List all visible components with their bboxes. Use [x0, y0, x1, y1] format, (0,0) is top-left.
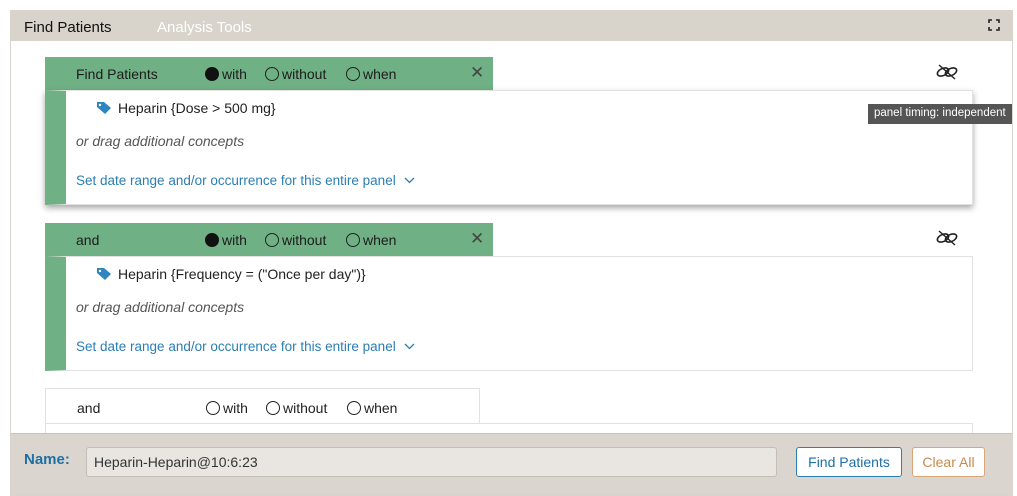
radio-selected-icon: [205, 233, 219, 247]
date-range-link-label: Set date range and/or occurrence for thi…: [76, 339, 396, 354]
date-range-link-label: Set date range and/or occurrence for thi…: [76, 173, 396, 188]
radio-empty-icon: [265, 67, 279, 81]
concept-label: Heparin {Dose > 500 mg}: [118, 100, 276, 116]
radio-without-label: without: [282, 232, 327, 248]
query-name-input[interactable]: [86, 447, 777, 477]
concept-item[interactable]: Heparin {Frequency = ("Once per day")}: [96, 266, 366, 282]
tab-analysis-tools[interactable]: Analysis Tools: [157, 19, 252, 36]
radio-without-label: without: [282, 66, 327, 82]
unlink-icon[interactable]: [935, 229, 959, 247]
panel-header: Find Patients with without when ✕: [45, 57, 493, 90]
name-label: Name:: [24, 451, 70, 468]
close-icon[interactable]: ✕: [470, 229, 484, 249]
radio-without-label: without: [283, 400, 328, 416]
radio-selected-icon: [205, 67, 219, 81]
radio-when[interactable]: when: [347, 400, 397, 416]
radio-empty-icon: [346, 233, 360, 247]
radio-without[interactable]: without: [265, 66, 326, 82]
radio-with-label: with: [222, 66, 247, 82]
top-tab-bar: Find Patients Analysis Tools: [11, 11, 1012, 41]
unlink-icon[interactable]: [935, 63, 959, 81]
concept-label: Heparin {Frequency = ("Once per day")}: [118, 266, 366, 282]
panel-header: and with without when ✕: [45, 223, 493, 256]
query-footer: Name: Find Patients Clear All: [11, 433, 1012, 495]
panel-label: Find Patients: [76, 66, 158, 82]
radio-with[interactable]: with: [205, 232, 247, 248]
panel-label: and: [77, 400, 101, 416]
radio-when-label: when: [364, 400, 398, 416]
radio-with[interactable]: with: [206, 400, 248, 416]
query-tool-window: Find Patients Analysis Tools Find Patien…: [10, 10, 1013, 496]
radio-without[interactable]: without: [265, 232, 326, 248]
query-panel-3-header: and with without when: [45, 388, 480, 424]
clear-all-button[interactable]: Clear All: [912, 447, 985, 477]
radio-when-label: when: [363, 66, 397, 82]
query-workspace: Find Patients with without when ✕ Hepari…: [11, 41, 1012, 433]
panel-body[interactable]: Heparin {Dose > 500 mg} or drag addition…: [45, 90, 973, 205]
tab-find-patients[interactable]: Find Patients: [24, 19, 112, 36]
drag-hint: or drag additional concepts: [76, 133, 245, 149]
chevron-down-icon: [404, 177, 415, 184]
panel-label: and: [76, 232, 100, 248]
panel-body[interactable]: Heparin {Frequency = ("Once per day")} o…: [45, 256, 973, 371]
chevron-down-icon: [404, 343, 415, 350]
radio-when[interactable]: when: [346, 66, 396, 82]
radio-with-label: with: [223, 400, 248, 416]
date-range-link[interactable]: Set date range and/or occurrence for thi…: [76, 173, 415, 188]
radio-empty-icon: [206, 401, 220, 415]
expand-icon[interactable]: [988, 19, 1000, 31]
query-panel-3-body[interactable]: [45, 423, 973, 433]
date-range-link[interactable]: Set date range and/or occurrence for thi…: [76, 339, 415, 354]
tag-icon: [97, 102, 111, 114]
radio-when-label: when: [363, 232, 397, 248]
close-icon[interactable]: ✕: [470, 63, 484, 83]
radio-when[interactable]: when: [346, 232, 396, 248]
tag-icon: [97, 268, 111, 280]
radio-empty-icon: [265, 233, 279, 247]
radio-empty-icon: [347, 401, 361, 415]
concept-item[interactable]: Heparin {Dose > 500 mg}: [96, 100, 276, 116]
radio-empty-icon: [346, 67, 360, 81]
radio-with[interactable]: with: [205, 66, 247, 82]
radio-with-label: with: [222, 232, 247, 248]
find-patients-button[interactable]: Find Patients: [796, 447, 902, 477]
radio-empty-icon: [266, 401, 280, 415]
drag-hint: or drag additional concepts: [76, 299, 245, 315]
radio-without[interactable]: without: [266, 400, 327, 416]
panel-timing-tooltip: panel timing: independent: [868, 104, 1012, 124]
